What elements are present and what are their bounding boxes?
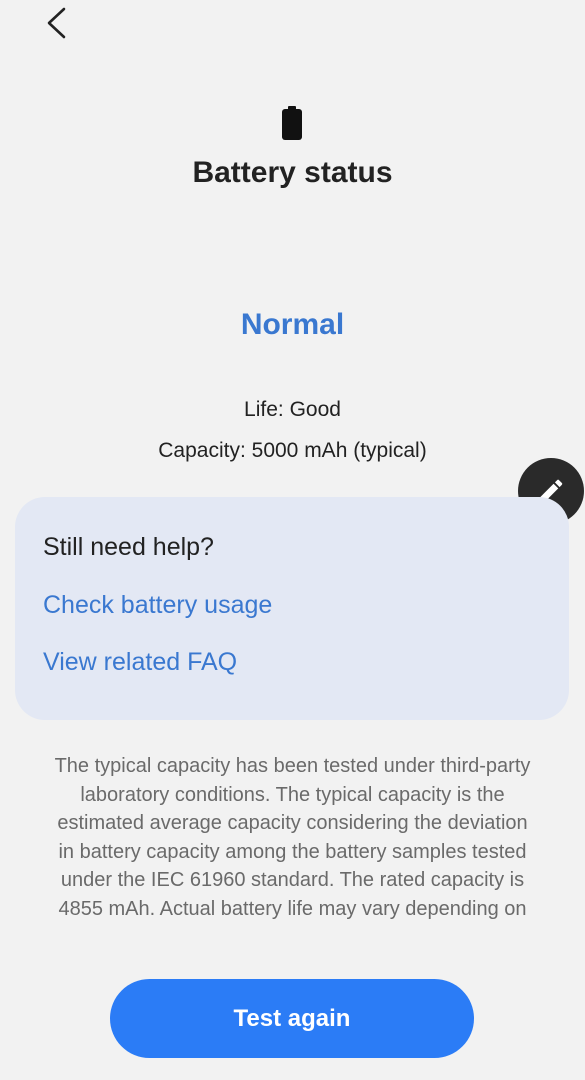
battery-icon (282, 106, 302, 140)
help-card-title: Still need help? (43, 533, 214, 561)
capacity-disclaimer: The typical capacity has been tested und… (54, 755, 531, 920)
test-again-button[interactable]: Test again (110, 979, 474, 1058)
battery-status-value: Normal (240, 308, 345, 341)
page-title: Battery status (192, 156, 393, 189)
check-battery-usage-link[interactable]: Check battery usage (43, 591, 272, 620)
battery-capacity-text: Capacity: 5000 mAh (typical) (158, 439, 427, 462)
view-related-faq-link[interactable]: View related FAQ (43, 648, 237, 677)
battery-life-text: Life: Good (244, 398, 341, 421)
back-button[interactable] (38, 4, 74, 42)
battery-status-screen: Battery status Normal Life: Good Capacit… (0, 0, 585, 1080)
chevron-left-icon (47, 7, 66, 39)
help-card: Still need help? Check battery usage Vie… (15, 497, 569, 720)
